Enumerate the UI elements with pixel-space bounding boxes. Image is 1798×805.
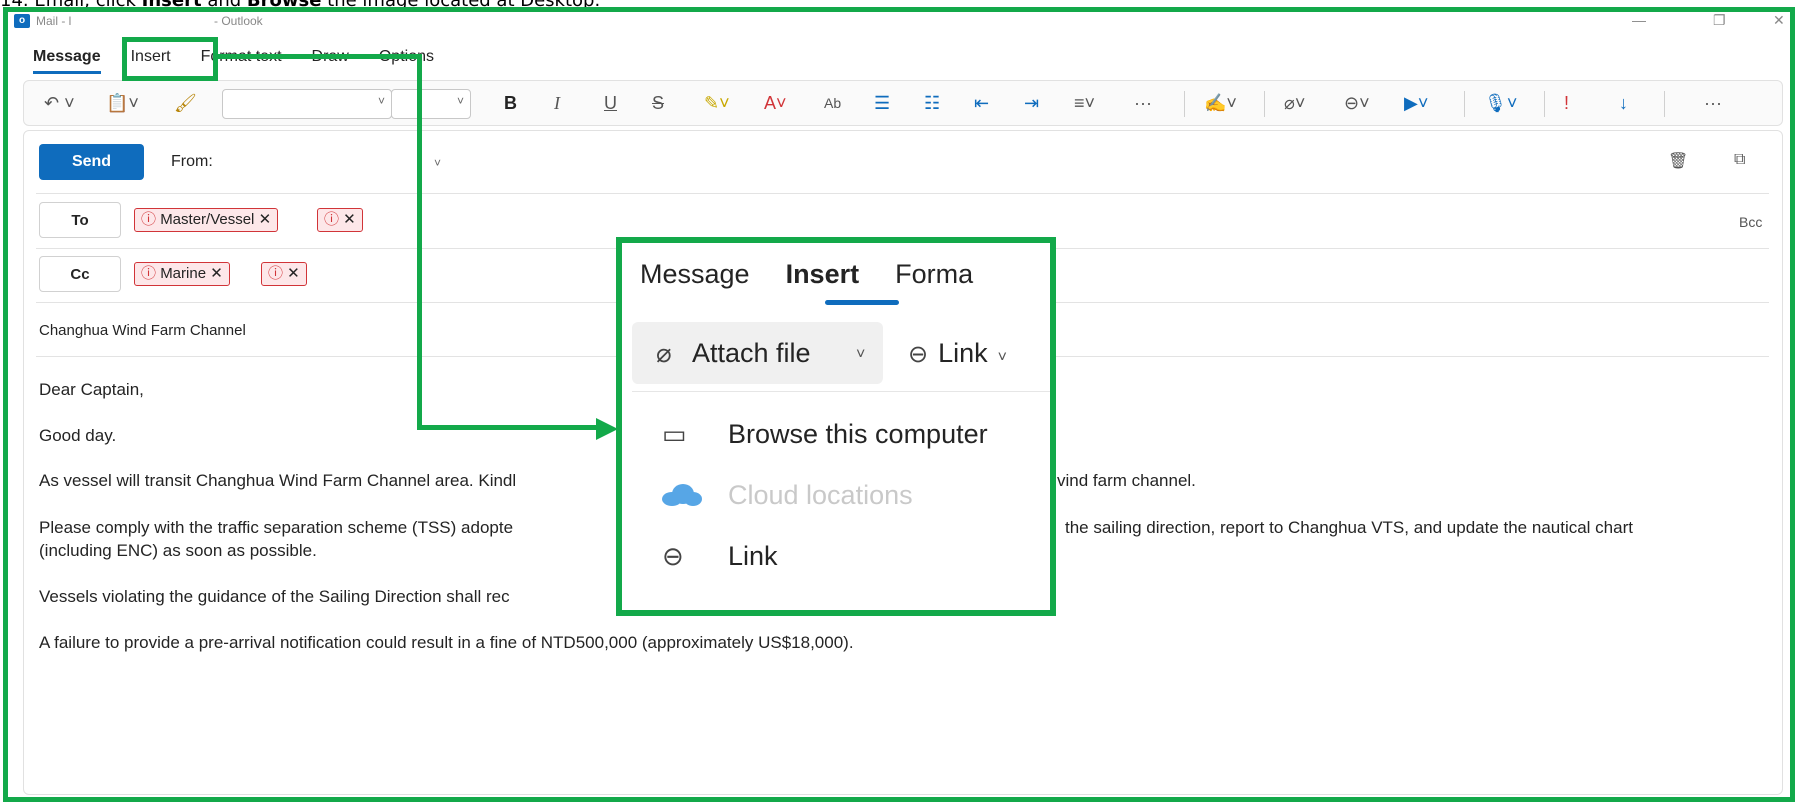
active-tab-indicator xyxy=(825,300,899,305)
cloud-icon xyxy=(662,484,702,506)
title-bar: o Mail - l - Outlook — ❐ ✕ xyxy=(8,10,1788,32)
connector-line xyxy=(417,425,599,430)
cc-chip-2[interactable]: ⓘ ✕ xyxy=(261,262,307,286)
menu-link[interactable]: ⊖ Link xyxy=(632,525,1050,587)
chevron-down-icon: ˅ xyxy=(997,349,1007,366)
styles-icon[interactable]: Ab xyxy=(824,91,841,115)
editor-icon[interactable]: ✍˅ xyxy=(1204,91,1237,115)
underline-button[interactable]: U xyxy=(604,91,617,115)
inset-tab-message[interactable]: Message xyxy=(640,259,750,290)
tab-draw[interactable]: Draw xyxy=(312,44,349,74)
tab-options[interactable]: Options xyxy=(379,44,434,74)
bold-button[interactable]: B xyxy=(504,91,517,115)
minimize-button[interactable]: — xyxy=(1632,12,1646,28)
high-importance-icon[interactable]: ! xyxy=(1564,91,1569,115)
undo-icon[interactable]: ↶ ˅ xyxy=(44,91,75,115)
low-importance-icon[interactable]: ↓ xyxy=(1619,91,1628,115)
arrow-head-icon xyxy=(596,418,618,440)
zoom-inset: Message Insert Forma ⌀ Attach file ˅ ⊖ Li… xyxy=(616,237,1056,616)
connector-line xyxy=(218,54,422,59)
body-line-tail[interactable]: vind farm channel. xyxy=(1057,469,1757,492)
bcc-button[interactable]: Bcc xyxy=(1739,214,1762,230)
outlook-icon: o xyxy=(14,14,30,28)
ribbon-tabs: Message Insert Format text Draw Options xyxy=(33,44,464,74)
highlight-icon[interactable]: ✎˅ xyxy=(704,91,730,115)
format-painter-icon[interactable]: 🖌 xyxy=(174,91,197,115)
decrease-indent-icon[interactable]: ⇤ xyxy=(974,91,989,115)
link-button[interactable]: ⊖ Link ˅ xyxy=(908,322,1007,384)
restore-button[interactable]: ❐ xyxy=(1713,12,1726,29)
paste-icon[interactable]: 📋˅ xyxy=(106,91,139,115)
insert-tab-highlight xyxy=(122,37,218,81)
font-size-select[interactable]: ˅ xyxy=(391,89,471,119)
attach-file-label: Attach file xyxy=(692,338,811,368)
subject-field[interactable]: Changhua Wind Farm Channel xyxy=(39,322,246,339)
paperclip-icon: ⌀ xyxy=(656,338,672,368)
link-icon: ⊖ xyxy=(908,341,929,368)
discard-icon[interactable]: 🗑 xyxy=(1668,151,1688,171)
from-label[interactable]: From: xyxy=(171,153,213,171)
pop-out-icon[interactable]: ⧉ xyxy=(1734,151,1745,169)
divider xyxy=(36,193,1769,194)
chevron-down-icon: ˅ xyxy=(856,346,866,363)
sensitivity-icon[interactable]: ▶˅ xyxy=(1404,91,1428,115)
menu-browse-this-computer[interactable]: ▭ Browse this computer xyxy=(632,403,1050,465)
to-button[interactable]: To xyxy=(39,202,121,238)
dictate-icon[interactable]: 🎙˅ xyxy=(1484,91,1517,115)
chevron-down-icon[interactable]: ˅ xyxy=(434,156,441,170)
inset-tabs: Message Insert Forma xyxy=(640,259,1009,290)
inset-tab-format[interactable]: Forma xyxy=(895,259,973,290)
body-line[interactable]: A failure to provide a pre-arrival notif… xyxy=(39,631,1769,654)
more-options-icon[interactable]: ··· xyxy=(1704,91,1722,115)
cc-chip-marine[interactable]: ⓘ Marine ✕ xyxy=(134,262,230,286)
more-format-icon[interactable]: ··· xyxy=(1134,91,1152,115)
link-label: Link xyxy=(938,338,988,368)
attach-file-icon[interactable]: ⌀˅ xyxy=(1284,91,1305,115)
italic-button[interactable]: I xyxy=(554,91,560,115)
to-chip-2[interactable]: ⓘ ✕ xyxy=(317,208,363,232)
link-icon[interactable]: ⊖˅ xyxy=(1344,91,1370,115)
attach-file-button[interactable]: ⌀ Attach file ˅ xyxy=(632,322,883,384)
inset-tab-insert[interactable]: Insert xyxy=(786,259,860,290)
font-color-icon[interactable]: A˅ xyxy=(764,91,787,115)
connector-line xyxy=(417,54,422,430)
laptop-icon: ▭ xyxy=(662,419,687,449)
window-title: Mail - l xyxy=(36,14,72,28)
close-button[interactable]: ✕ xyxy=(1773,12,1785,29)
increase-indent-icon[interactable]: ⇥ xyxy=(1024,91,1039,115)
window-title-app: - Outlook xyxy=(214,14,263,28)
bullets-icon[interactable]: ☰ xyxy=(874,91,890,115)
strikethrough-button[interactable]: S xyxy=(652,91,664,115)
to-chip-master-vessel[interactable]: ⓘ Master/Vessel ✕ xyxy=(134,208,279,232)
cc-button[interactable]: Cc xyxy=(39,256,121,292)
body-line-tail[interactable]: the sailing direction, report to Changhu… xyxy=(1065,516,1770,539)
tab-message[interactable]: Message xyxy=(33,44,101,74)
link-icon: ⊖ xyxy=(662,541,684,571)
align-icon[interactable]: ≡˅ xyxy=(1074,91,1095,115)
menu-item-label: Browse this computer xyxy=(728,419,988,449)
numbering-icon[interactable]: ☷ xyxy=(924,91,940,115)
menu-cloud-locations: Cloud locations xyxy=(632,464,1050,526)
font-name-select[interactable]: ˅ xyxy=(222,89,392,119)
menu-item-label: Cloud locations xyxy=(728,480,913,510)
divider xyxy=(632,391,1050,392)
menu-item-label: Link xyxy=(728,541,778,571)
send-button[interactable]: Send xyxy=(39,144,144,180)
formatting-toolbar: ↶ ˅ 📋˅ 🖌 ˅ ˅ B I U S ✎˅ A˅ Ab ☰ ☷ ⇤ ⇥ ≡˅… xyxy=(23,80,1783,126)
